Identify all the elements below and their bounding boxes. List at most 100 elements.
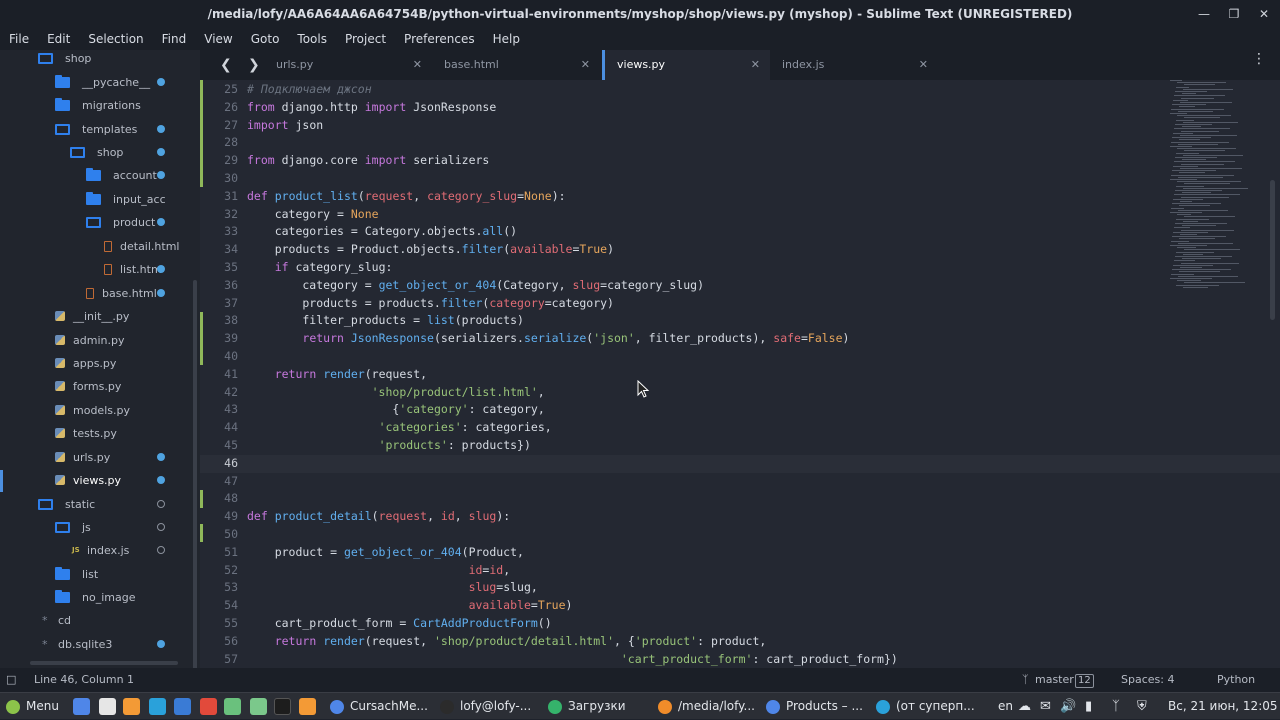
network-icon[interactable]: ☁ [1018,693,1031,720]
sidebar-item-forms-py[interactable]: forms.py [55,375,121,397]
taskbar-window-button[interactable]: Загрузки [548,693,654,720]
code-line[interactable]: 28 [200,134,1280,152]
code-line[interactable]: 43 {'category': category, [200,401,1280,419]
code-line[interactable]: 50 [200,526,1280,544]
menu-item-goto[interactable]: Goto [242,32,289,46]
taskbar-window-button[interactable]: /media/lofy... [658,693,764,720]
maximize-icon[interactable]: ❐ [1226,0,1242,28]
terminal-app-launcher-icon[interactable] [224,698,241,715]
sidebar-item-models-py[interactable]: models.py [55,399,130,421]
code-line[interactable]: 48 [200,490,1280,508]
sidebar-item-views-py[interactable]: views.py [55,469,121,491]
code-line[interactable]: 57 'cart_product_form': cart_product_for… [200,651,1280,668]
menu-item-edit[interactable]: Edit [38,32,79,46]
tab-prev-arrow-icon[interactable]: ❮ [220,50,232,80]
mail-icon[interactable]: ✉ [1040,693,1051,720]
sidebar-vertical-scrollbar[interactable] [193,280,197,668]
git-branch[interactable]: master [1035,668,1074,692]
tab-urls-py[interactable]: urls.py ✕ [264,50,432,80]
start-menu-button[interactable]: Menu [6,693,59,720]
sidebar-item-admin-py[interactable]: admin.py [55,329,124,351]
code-line[interactable]: 36 category = get_object_or_404(Category… [200,277,1280,295]
sidebar-item-product[interactable]: product [86,211,155,233]
files-launcher-icon[interactable] [250,698,267,715]
menu-item-view[interactable]: View [195,32,241,46]
code-line[interactable]: 51 product = get_object_or_404(Product, [200,544,1280,562]
sidebar-item-list[interactable]: list [55,563,98,585]
clock[interactable]: Вс, 21 июн, 12:05 [1168,693,1278,720]
shield-icon[interactable]: ⛨ [1137,693,1147,720]
sidebar-item-base-html[interactable]: base.html [86,282,157,304]
sidebar-item-input-acc[interactable]: input_acc [86,188,166,210]
menu-item-tools[interactable]: Tools [288,32,336,46]
tab-index-js[interactable]: index.js ✕ [770,50,938,80]
minimize-icon[interactable]: — [1196,0,1212,28]
volume-icon[interactable]: 🔊 [1060,693,1076,720]
code-line[interactable]: 34 products = Product.objects.filter(ava… [200,241,1280,259]
text-editor-launcher-icon[interactable] [99,698,116,715]
taskbar-window-button[interactable]: CursachMe... [330,693,436,720]
cursor-position[interactable]: Line 46, Column 1 [34,668,134,692]
code-line[interactable]: 26 from django.http import JsonResponse [200,99,1280,117]
code-line[interactable]: 29 from django.core import serializers [200,152,1280,170]
show-desktop-icon[interactable] [73,698,90,715]
editor-vertical-scrollbar[interactable] [1270,180,1275,320]
syntax-selector[interactable]: Python [1217,668,1255,692]
tab-close-icon[interactable]: ✕ [751,50,760,80]
sidebar-item--init-py[interactable]: __init__.py [55,305,129,327]
code-line[interactable]: 45 'products': products}) [200,437,1280,455]
code-line[interactable]: 25 # Подключаем джсон [200,81,1280,99]
code-line[interactable]: 44 'categories': categories, [200,419,1280,437]
firefox-launcher-icon[interactable] [123,698,140,715]
taskbar-window-button[interactable]: lofy@lofy-... [440,693,546,720]
telegram-launcher-icon[interactable] [149,698,166,715]
sidebar-item-no-image[interactable]: no_image [55,586,135,608]
menu-item-project[interactable]: Project [336,32,395,46]
code-line[interactable]: 47 [200,473,1280,491]
sidebar-item-index-js[interactable]: JS index.js [72,539,129,561]
code-line[interactable]: 37 products = products.filter(category=c… [200,295,1280,313]
sidebar-item-detail-html[interactable]: detail.html [104,235,179,257]
sidebar-item-js[interactable]: js [55,516,91,538]
sidebar-horizontal-scrollbar[interactable] [30,661,178,665]
sidebar-item-urls-py[interactable]: urls.py [55,446,110,468]
sidebar-item-account[interactable]: account [86,164,157,186]
sidebar-item-db-sqlite3[interactable]: * db.sqlite3 [42,633,112,655]
sidebar-item-shop[interactable]: shop [70,141,123,163]
tab-close-icon[interactable]: ✕ [581,50,590,80]
indentation-setting[interactable]: Spaces: 4 [1121,668,1174,692]
taskbar-window-button[interactable]: (от суперп... [876,693,982,720]
keyboard-layout[interactable]: en [998,693,1013,720]
tab-overflow-menu-icon[interactable]: ⋮ [1252,52,1266,66]
code-line[interactable]: 41 return render(request, [200,366,1280,384]
firefox-launcher-icon-2[interactable] [299,698,316,715]
close-icon[interactable]: ✕ [1256,0,1272,28]
code-line[interactable]: 31 def product_list(request, category_slu… [200,188,1280,206]
sidebar-item-shop[interactable]: shop [38,50,91,69]
minimap[interactable] [1170,80,1250,300]
code-line[interactable]: 38 filter_products = list(products) [200,312,1280,330]
code-line[interactable]: 32 category = None [200,206,1280,224]
sidebar-item-migrations[interactable]: migrations [55,94,141,116]
terminal-launcher-icon[interactable] [274,698,291,715]
tab-next-arrow-icon[interactable]: ❯ [248,50,260,80]
code-line[interactable]: 42 'shop/product/list.html', [200,384,1280,402]
code-line[interactable]: 40 [200,348,1280,366]
bluetooth-icon[interactable]: ᛉ [1112,693,1120,720]
code-line[interactable]: 39 return JsonResponse(serializers.seria… [200,330,1280,348]
code-line[interactable]: 55 cart_product_form = CartAddProductFor… [200,615,1280,633]
battery-icon[interactable]: ▮ [1085,693,1092,720]
code-line[interactable]: 53 slug=slug, [200,579,1280,597]
code-line[interactable]: 46 [200,454,1280,473]
tab-close-icon[interactable]: ✕ [413,50,422,80]
sidebar-item-apps-py[interactable]: apps.py [55,352,116,374]
code-line[interactable]: 49 def product_detail(request, id, slug): [200,508,1280,526]
sidebar-item-static[interactable]: static [38,493,95,515]
sidebar-item-cd[interactable]: * cd [42,609,71,631]
menu-item-help[interactable]: Help [484,32,529,46]
code-line[interactable]: 56 return render(request, 'shop/product/… [200,633,1280,651]
menu-item-find[interactable]: Find [153,32,196,46]
code-line[interactable]: 54 available=True) [200,597,1280,615]
menu-item-preferences[interactable]: Preferences [395,32,484,46]
tab-views-py[interactable]: views.py ✕ [602,50,770,80]
